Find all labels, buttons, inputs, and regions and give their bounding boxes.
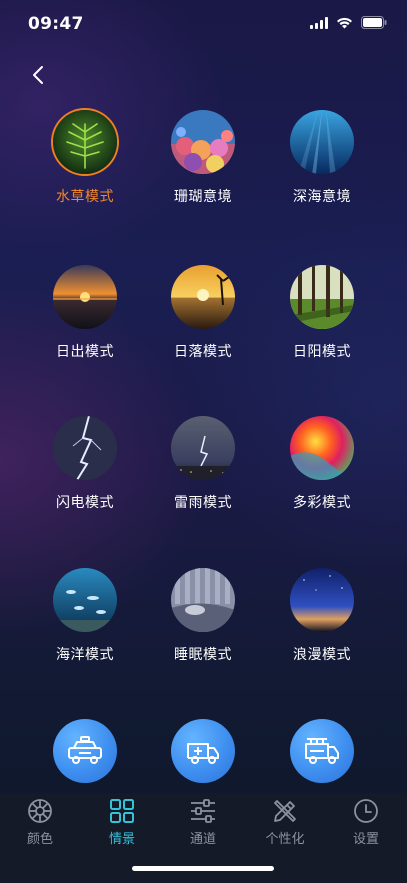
scene-coral-reef[interactable]: 珊瑚意境 <box>153 110 253 206</box>
scene-sleep[interactable]: 睡眠模式 <box>153 568 253 664</box>
tab-label: 通道 <box>189 832 216 847</box>
lightning-thumbnail <box>53 416 117 480</box>
scene-colorful[interactable]: 多彩模式 <box>272 416 372 512</box>
scene-label: 多彩模式 <box>293 495 351 511</box>
scene-ocean[interactable]: 海洋模式 <box>35 568 135 664</box>
scene-label: 浪漫模式 <box>293 647 351 663</box>
scene-aquatic-plant[interactable]: 水草模式 <box>35 110 135 206</box>
scene-label: 闪电模式 <box>56 495 114 511</box>
sunrise-thumbnail <box>53 265 117 329</box>
colorful-thumbnail <box>290 416 354 480</box>
back-button[interactable] <box>24 60 54 90</box>
clock-icon <box>354 799 378 823</box>
ambulance-icon <box>187 743 219 764</box>
scene-label: 海洋模式 <box>56 647 114 663</box>
deep-sea-thumbnail <box>290 110 354 174</box>
status-icons <box>310 16 387 29</box>
pencil-ruler-icon <box>274 800 296 822</box>
scene-label: 水草模式 <box>56 189 114 205</box>
fire-truck-icon <box>305 738 339 764</box>
ambulance-button[interactable] <box>171 719 235 783</box>
scene-lightning[interactable]: 闪电模式 <box>35 416 135 512</box>
color-wheel-icon <box>28 799 52 823</box>
tab-label: 情景 <box>108 832 135 847</box>
scene-label: 睡眠模式 <box>174 647 232 663</box>
battery-icon <box>361 16 387 29</box>
scene-label: 日出模式 <box>56 344 114 360</box>
tab-personalize[interactable]: 个性化 <box>245 797 325 847</box>
aquatic-plant-thumbnail <box>53 110 117 174</box>
tab-label: 个性化 <box>265 832 305 847</box>
tab-label: 设置 <box>352 832 379 847</box>
scene-label: 珊瑚意境 <box>174 189 232 205</box>
police-car-button[interactable] <box>53 719 117 783</box>
romantic-thumbnail <box>290 568 354 632</box>
grid-icon <box>110 799 134 823</box>
fire-truck-button[interactable] <box>290 719 354 783</box>
signal-icon <box>310 16 328 29</box>
sleep-thumbnail <box>171 568 235 632</box>
thunderstorm-thumbnail <box>171 416 235 480</box>
tab-color[interactable]: 颜色 <box>0 797 80 847</box>
scene-sunrise[interactable]: 日出模式 <box>35 265 135 361</box>
tab-settings[interactable]: 设置 <box>326 797 406 847</box>
ocean-thumbnail <box>53 568 117 632</box>
wifi-icon <box>337 17 352 28</box>
scene-sunset[interactable]: 日落模式 <box>153 265 253 361</box>
tab-channel[interactable]: 通道 <box>163 797 243 847</box>
scene-thunderstorm[interactable]: 雷雨模式 <box>153 416 253 512</box>
police-car-icon <box>68 736 102 764</box>
home-indicator <box>132 866 274 871</box>
status-time: 09:47 <box>28 14 84 34</box>
sunset-thumbnail <box>171 265 235 329</box>
scene-deep-sea[interactable]: 深海意境 <box>272 110 372 206</box>
scene-label: 深海意境 <box>293 189 351 205</box>
coral-reef-thumbnail <box>171 110 235 174</box>
chevron-left-icon <box>33 66 43 84</box>
sunlit-forest-thumbnail <box>290 265 354 329</box>
tab-scene[interactable]: 情景 <box>82 797 162 847</box>
tab-label: 颜色 <box>26 832 53 847</box>
scene-label: 雷雨模式 <box>174 495 232 511</box>
scene-label: 日阳模式 <box>293 344 351 360</box>
scene-sunlit-forest[interactable]: 日阳模式 <box>272 265 372 361</box>
sliders-icon <box>191 799 215 823</box>
scene-label: 日落模式 <box>174 344 232 360</box>
scene-romantic[interactable]: 浪漫模式 <box>272 568 372 664</box>
status-bar: 09:47 <box>0 0 407 46</box>
